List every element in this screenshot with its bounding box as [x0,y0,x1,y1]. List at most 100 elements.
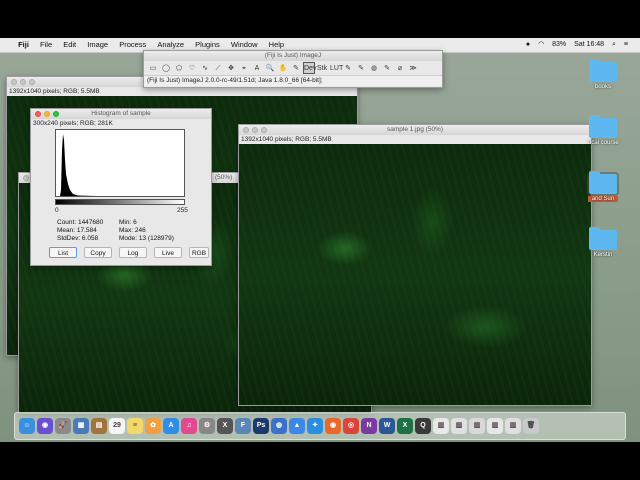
document-icon-5[interactable]: ▥ [505,418,521,434]
tool-button-3[interactable]: ♡ [186,62,198,74]
document-icon-4[interactable]: ▥ [487,418,503,434]
window-titlebar[interactable]: Histogram of sample [31,109,211,119]
window-title: sample 1.jpg (50%) [387,126,443,133]
chrome-icon[interactable]: ◎ [343,418,359,434]
imagej-toolbar[interactable]: (Fiji Is Just) ImageJ ▭ ◯ ⬠ ♡ ∿ ⟋ ✥ ⌖ A 🔍 ✋ ✎ Dev Stk… [143,50,443,88]
battery-percent[interactable]: 83% [552,38,566,52]
log-button[interactable]: Log [119,247,147,258]
photos-icon[interactable]: ✿ [145,418,161,434]
contacts-icon[interactable]: ▤ [91,418,107,434]
trash-icon[interactable]: 🗑 [523,418,539,434]
window-title: Histogram of sample [91,110,151,117]
document-icon-3[interactable]: ▥ [469,418,485,434]
window-titlebar[interactable]: (Fiji Is Just) ImageJ [144,51,442,61]
tool-button-6[interactable]: ✥ [225,62,237,74]
stats-right: Min: 6 Max: 246 Mode: 13 (128979) [119,219,174,243]
search-icon[interactable]: ⌕ [612,38,616,52]
notification-icon[interactable]: ≡ [624,38,628,52]
tool-button-17[interactable]: ◍ [368,62,380,74]
keynote-icon[interactable]: ▲ [289,418,305,434]
gear-icon[interactable]: ⚙ [199,418,215,434]
copy-button[interactable]: Copy [84,247,112,258]
wifi-icon[interactable]: ◠ [538,38,544,52]
image-window-sample[interactable]: sample 1.jpg (50%) 1392x1040 pixels; RGB… [238,124,592,406]
preview-icon[interactable]: ▦ [73,418,89,434]
folder-and-sun[interactable]: and Sun [587,171,619,202]
tool-button-5[interactable]: ⟋ [212,62,224,74]
tool-button-8[interactable]: A [251,62,263,74]
microscopy-image[interactable] [239,144,591,405]
menu-edit[interactable]: Edit [63,38,76,52]
window-title: (Fiji Is Just) ImageJ [264,52,322,59]
photoshop-icon[interactable]: Ps [253,418,269,434]
itunes-icon[interactable]: ♫ [181,418,197,434]
excel-icon[interactable]: X [397,418,413,434]
folder-kerstin[interactable]: Kerstin [588,227,618,258]
tool-button-19[interactable]: ⌀ [394,62,406,74]
tool-button-10[interactable]: ✋ [277,62,289,74]
folder-ocal-course[interactable]: ocal course [588,115,619,146]
xquartz-icon[interactable]: X [217,418,233,434]
letterbox-top [0,0,640,38]
menu-fiji[interactable]: Fiji [18,38,29,52]
tool-button-12[interactable]: Dev [303,62,316,74]
tool-button-20[interactable]: ≫ [407,62,419,74]
tool-button-13[interactable]: Stk [316,62,328,74]
document-icon-2[interactable]: ▥ [451,418,467,434]
list-button[interactable]: List [49,247,77,258]
live-button[interactable]: Live [154,247,182,258]
zoom-icon[interactable] [53,111,59,117]
finder-icon[interactable]: ☺ [19,418,35,434]
window-titlebar[interactable]: sample 1.jpg (50%) [239,125,591,135]
tool-button-14[interactable]: LUT [329,62,343,74]
tool-button-4[interactable]: ∿ [199,62,211,74]
close-icon[interactable] [243,127,249,133]
tool-button-7[interactable]: ⌖ [238,62,250,74]
tool-button-16[interactable]: ✎ [355,62,367,74]
menu-image[interactable]: Image [87,38,108,52]
tool-button-15[interactable]: ✎ [342,62,354,74]
minimize-icon[interactable] [252,127,258,133]
menu-file[interactable]: File [40,38,52,52]
rgb-button[interactable]: RGB [189,247,209,258]
word-icon[interactable]: W [379,418,395,434]
tool-button-11[interactable]: ✎ [290,62,302,74]
dock: ☺ ◉ 🚀 ▦ ▤ 29 ≡ ✿ A ♫ ⚙ X F Ps ◍ ▲ ✦ ◉ ◎ N W X Q ▥ ▥ ▥ ▥ ▥ 🗑 [14,412,626,440]
fiji-icon[interactable]: F [235,418,251,434]
histogram-window[interactable]: Histogram of sample 300x240 pixels; RGB;… [30,108,212,266]
image-info: 1392x1040 pixels; RGB; 5.5MB [7,87,357,96]
minimize-icon[interactable] [44,111,50,117]
close-icon[interactable] [35,111,41,117]
close-icon[interactable] [23,175,29,181]
record-icon[interactable]: ● [526,38,530,52]
onenote-icon[interactable]: N [361,418,377,434]
tool-button-0[interactable]: ▭ [147,62,159,74]
siri-icon[interactable]: ◉ [37,418,53,434]
tool-button-18[interactable]: ✎ [381,62,393,74]
notes-icon[interactable]: ≡ [127,418,143,434]
zoom-icon[interactable] [261,127,267,133]
window-title: (50%) [215,174,233,181]
document-icon[interactable]: ▥ [433,418,449,434]
tool-button-9[interactable]: 🔍 [264,62,276,74]
status-line: (Fiji Is Just) ImageJ 2.0.0-rc-49/1.51d;… [144,75,442,86]
firefox-icon[interactable]: ◉ [325,418,341,434]
close-icon[interactable] [11,79,17,85]
globe-icon[interactable]: ◍ [271,418,287,434]
folder-icon [587,171,619,196]
stat-min: Min: 6 [119,219,137,226]
zoom-icon[interactable] [29,79,35,85]
folder-books[interactable]: books [588,59,618,90]
tool-button-2[interactable]: ⬠ [173,62,185,74]
safari-icon[interactable]: ✦ [307,418,323,434]
minimize-icon[interactable] [20,79,26,85]
folder-label: books [594,84,611,90]
calendar-icon[interactable]: 29 [109,418,125,434]
quicktime-icon[interactable]: Q [415,418,431,434]
launchpad-icon[interactable]: 🚀 [55,418,71,434]
desktop: Fiji File Edit Image Process Analyze Plu… [0,38,640,442]
histogram-curve [60,134,96,196]
appstore-icon[interactable]: A [163,418,179,434]
clock[interactable]: Sat 16:48 [574,38,604,52]
tool-button-1[interactable]: ◯ [160,62,172,74]
